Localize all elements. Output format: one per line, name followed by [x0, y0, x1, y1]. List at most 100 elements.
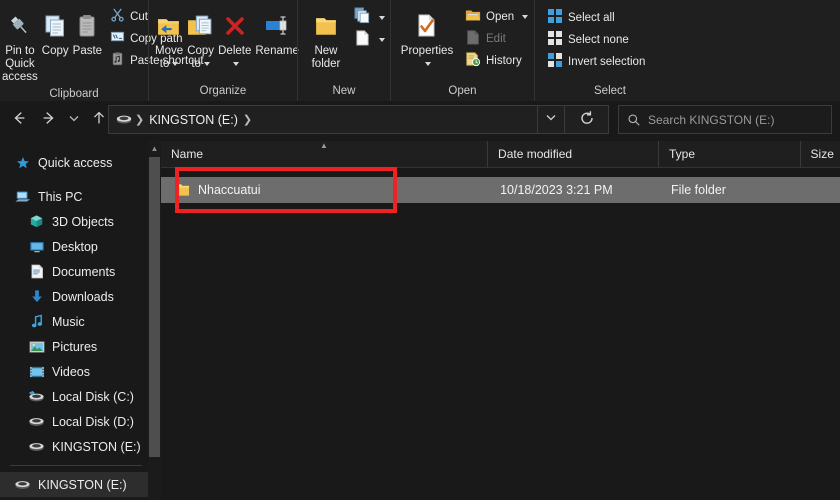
pin-icon [7, 7, 33, 45]
column-header-date-modified[interactable]: Date modified [488, 141, 660, 167]
copy-to-label-line2: to [191, 58, 201, 70]
pin-label-line1: Pin to Quick [5, 45, 35, 70]
chevron-down-icon[interactable] [425, 61, 432, 66]
invert-selection-button[interactable]: Invert selection [543, 51, 649, 73]
file-name-cell[interactable]: Nhaccuatui [161, 183, 488, 197]
search-input[interactable]: Search KINGSTON (E:) [648, 113, 774, 127]
select-all-button[interactable]: Select all [543, 7, 649, 29]
address-dropdown-button[interactable] [538, 105, 565, 134]
up-arrow-icon [90, 109, 108, 132]
select-all-icon [547, 8, 563, 29]
copy-path-icon [110, 29, 125, 49]
column-header-name[interactable]: ▲ Name [161, 141, 489, 167]
column-header-size[interactable]: Size [801, 141, 840, 167]
copy-button[interactable]: Copy [40, 4, 71, 58]
chevron-down-icon[interactable] [172, 61, 179, 66]
rename-label: Rename [255, 45, 299, 57]
edit-label: Edit [486, 33, 506, 45]
new-folder-button[interactable]: New folder [302, 4, 350, 71]
rename-button[interactable]: Rename [253, 4, 300, 58]
sidebar-item-music[interactable]: Music [0, 309, 148, 334]
new-folder-icon [313, 7, 340, 45]
chevron-down-icon[interactable] [379, 16, 385, 20]
scroll-up-icon[interactable]: ▲ [148, 141, 161, 155]
sidebar-item-downloads[interactable]: Downloads [0, 284, 148, 309]
address-bar[interactable]: ❯ KINGSTON (E:) ❯ [108, 105, 538, 134]
new-folder-label-line1: New [314, 45, 338, 57]
copy-to-icon [187, 7, 214, 45]
breadcrumb-path[interactable]: KINGSTON (E:) [146, 113, 241, 127]
chevron-down-icon[interactable] [233, 61, 240, 66]
file-type-label: File folder [671, 183, 726, 197]
sidebar-label: Desktop [52, 239, 98, 254]
paste-button[interactable]: Paste [71, 4, 104, 58]
file-name-label: Nhaccuatui [198, 183, 261, 197]
breadcrumb-separator[interactable]: ❯ [133, 113, 146, 126]
forward-button[interactable] [36, 107, 62, 133]
delete-label: Delete [218, 45, 252, 57]
new-small-buttons [350, 4, 389, 51]
copy-to-label-line1: Copy [187, 45, 215, 57]
back-arrow-icon [10, 109, 28, 132]
file-date-cell: 10/18/2023 3:21 PM [488, 183, 659, 197]
chevron-down-icon[interactable] [379, 38, 385, 42]
scrollbar-thumb[interactable] [149, 157, 160, 457]
ribbon-group-clipboard: Pin to Quick access Copy Paste Cut Copy … [0, 0, 204, 101]
column-header-row: ▲ Name Date modified Type Size [161, 141, 840, 168]
column-label: Size [810, 147, 834, 161]
easy-access-button[interactable] [350, 29, 389, 51]
column-label: Date modified [498, 147, 573, 161]
history-button[interactable]: History [461, 50, 532, 72]
open-small-buttons: Open Edit History [461, 4, 532, 72]
sidebar-item-local-disk-d[interactable]: Local Disk (D:) [0, 409, 148, 434]
sidebar-item-pictures[interactable]: Pictures [0, 334, 148, 359]
ribbon-group-label-new: New [332, 85, 356, 97]
search-box[interactable]: Search KINGSTON (E:) [618, 105, 832, 134]
scissors-icon [110, 7, 125, 27]
paste-shortcut-icon [110, 51, 125, 71]
recent-locations-button[interactable] [64, 107, 84, 133]
open-label: Open [486, 11, 515, 23]
select-none-button[interactable]: Select none [543, 29, 649, 51]
sidebar-item-videos[interactable]: Videos [0, 359, 148, 384]
sidebar-item-3d-objects[interactable]: 3D Objects [0, 209, 148, 234]
edit-button: Edit [461, 28, 532, 50]
move-to-label-line2: to [159, 58, 170, 70]
new-item-button[interactable] [350, 7, 389, 29]
paste-label: Paste [72, 45, 103, 57]
column-header-type[interactable]: Type [659, 141, 801, 167]
sidebar-item-documents[interactable]: Documents [0, 259, 148, 284]
sidebar-item-desktop[interactable]: Desktop [0, 234, 148, 259]
table-row[interactable]: Nhaccuatui 10/18/2023 3:21 PM File folde… [161, 177, 840, 203]
sidebar-item-this-pc[interactable]: This PC [0, 184, 148, 209]
breadcrumb-separator-end[interactable]: ❯ [241, 113, 254, 126]
music-icon [28, 314, 45, 329]
move-to-button[interactable]: Move to [153, 4, 185, 71]
desktop-icon [28, 240, 45, 254]
recent-locations-icon [67, 111, 81, 130]
chevron-down-icon[interactable] [203, 61, 210, 66]
sidebar-separator [10, 465, 142, 466]
sidebar-item-kingston-e[interactable]: KINGSTON (E:) [0, 434, 148, 459]
invert-selection-label: Invert selection [568, 56, 646, 68]
chevron-down-icon[interactable] [522, 15, 529, 19]
sidebar-item-local-disk-c[interactable]: Local Disk (C:) [0, 384, 148, 409]
sidebar-label: Documents [52, 264, 116, 279]
file-type-cell: File folder [659, 183, 801, 197]
sidebar-label: Quick access [38, 155, 113, 170]
sidebar-item-quick-access[interactable]: Quick access [0, 150, 148, 175]
sidebar-item-kingston-e-drive[interactable]: KINGSTON (E:) [0, 472, 148, 497]
properties-button[interactable]: Properties [395, 4, 459, 71]
delete-button[interactable]: Delete [216, 4, 253, 71]
sidebar-scrollbar[interactable]: ▲ [148, 141, 161, 500]
edit-icon [465, 29, 481, 50]
sidebar-label: Local Disk (D:) [52, 414, 134, 429]
pin-to-quick-access-button[interactable]: Pin to Quick access [0, 4, 40, 84]
refresh-button[interactable] [565, 105, 609, 134]
forward-arrow-icon [40, 109, 58, 132]
videos-icon [28, 365, 45, 379]
copy-to-button[interactable]: Copy to [185, 4, 216, 71]
select-small-buttons: Select all Select none Invert selection [543, 4, 649, 73]
back-button[interactable] [6, 107, 32, 133]
open-button[interactable]: Open [461, 6, 532, 28]
